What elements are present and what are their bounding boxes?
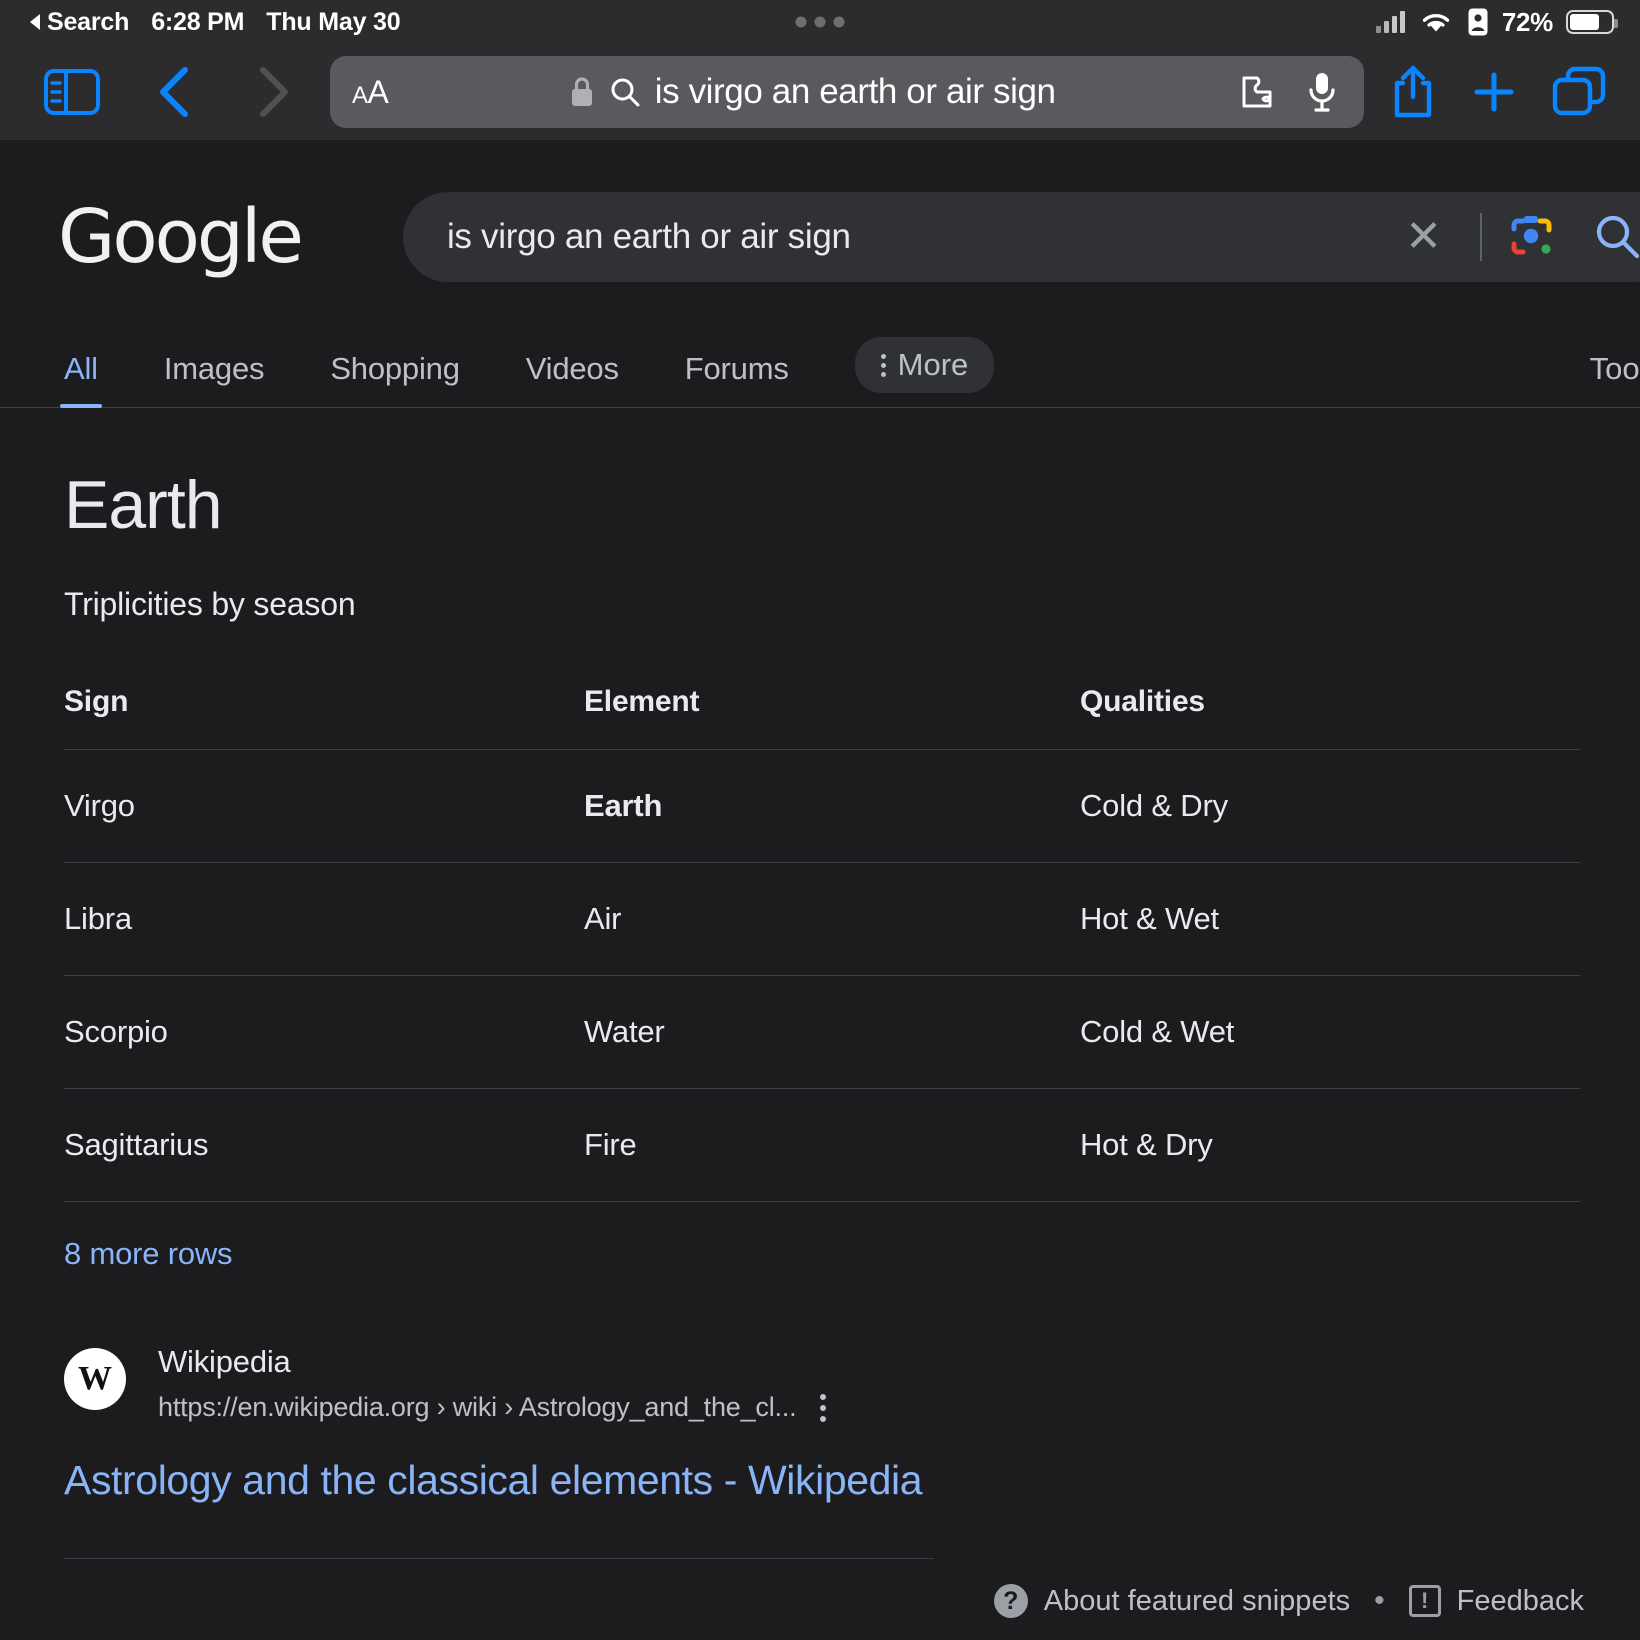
cell-qualities: Cold & Dry: [1080, 749, 1580, 863]
back-button[interactable]: [144, 64, 206, 120]
more-rows-link[interactable]: 8 more rows: [64, 1236, 1580, 1272]
cell-qualities: Hot & Dry: [1080, 1088, 1580, 1202]
snippet-answer: Earth: [64, 467, 223, 543]
google-search-box[interactable]: is virgo an earth or air sign ✕: [402, 192, 1640, 282]
search-tabs: All Images Shopping Videos Forums More T…: [0, 336, 1640, 408]
status-bar: Search 6:28 PM Thu May 30 72%: [0, 0, 1640, 44]
featured-snippet: Earth Triplicities by season Sign Elemen…: [0, 466, 1640, 1504]
wifi-icon: [1422, 14, 1450, 32]
favicon-letter: W: [78, 1360, 112, 1397]
more-filters-button[interactable]: More: [854, 337, 995, 393]
cell-element: Fire: [584, 1088, 1080, 1202]
triplicities-table: Sign Element Qualities Virgo Earth Cold …: [64, 685, 1580, 1202]
status-back-label: Search: [47, 7, 130, 36]
google-search-page: Google is virgo an earth or air sign ✕ A…: [0, 140, 1640, 1640]
battery-saver-icon: [1468, 8, 1488, 36]
cell-sign: Virgo: [64, 749, 584, 863]
column-header-sign: Sign: [64, 685, 129, 718]
cell-element: Air: [584, 862, 1080, 976]
text-size-button[interactable]: AAAA: [352, 74, 389, 111]
sidebar-toggle-icon[interactable]: [44, 69, 100, 115]
wikipedia-favicon-icon: W: [64, 1348, 126, 1410]
battery-percent: 72%: [1501, 6, 1553, 37]
feedback-label: Feedback: [1456, 1584, 1584, 1617]
address-bar[interactable]: AAAA is virgo an earth or air sign: [330, 56, 1364, 128]
lock-icon: [571, 77, 592, 106]
kebab-menu-icon: [880, 353, 886, 377]
tab-shopping[interactable]: Shopping: [330, 351, 460, 407]
search-divider: [1480, 213, 1482, 261]
cell-sign: Scorpio: [64, 975, 584, 1089]
cell-sign: Libra: [64, 862, 584, 976]
cell-qualities: Cold & Wet: [1080, 975, 1580, 1089]
status-bar-right: 72%: [1375, 6, 1618, 38]
table-row: Sagittarius Fire Hot & Dry: [64, 1088, 1580, 1202]
tab-overview-icon[interactable]: [1552, 66, 1606, 118]
footer-divider: [64, 1558, 934, 1559]
status-bar-left: Search 6:28 PM Thu May 30: [30, 7, 401, 37]
status-date: Thu May 30: [266, 7, 401, 36]
column-header-element: Element: [584, 685, 700, 718]
address-bar-text: is virgo an earth or air sign: [654, 72, 1056, 111]
table-row: Virgo Earth Cold & Dry: [64, 749, 1580, 863]
search-result: W Wikipedia https://en.wikipedia.org › w…: [64, 1344, 1580, 1423]
search-input[interactable]: is virgo an earth or air sign: [447, 217, 1391, 257]
microphone-icon[interactable]: [1306, 71, 1338, 113]
cell-element: Earth: [584, 749, 1080, 863]
status-time: 6:28 PM: [151, 7, 245, 36]
column-header-qualities: Qualities: [1080, 685, 1205, 718]
result-url-row: https://en.wikipedia.org › wiki › Astrol…: [158, 1392, 827, 1423]
close-icon[interactable]: ✕: [1391, 215, 1456, 259]
browser-toolbar: AAAA is virgo an earth or air sign: [0, 44, 1640, 140]
google-lens-icon[interactable]: [1506, 211, 1558, 263]
google-header: Google is virgo an earth or air sign ✕: [0, 140, 1640, 282]
triangle-left-icon: [30, 14, 40, 30]
tab-images[interactable]: Images: [164, 351, 265, 407]
tab-all[interactable]: All: [60, 351, 102, 408]
snippet-footer: ? About featured snippets • ! Feedback: [64, 1558, 1584, 1618]
footer-separator: •: [1374, 1584, 1385, 1617]
address-bar-actions: [1236, 71, 1342, 113]
cell-qualities: Hot & Wet: [1080, 862, 1580, 976]
result-title-link[interactable]: Astrology and the classical elements - W…: [64, 1457, 1580, 1504]
puzzle-piece-icon[interactable]: [1236, 72, 1280, 112]
tab-videos[interactable]: Videos: [526, 351, 619, 407]
search-submit-icon[interactable]: [1592, 211, 1640, 263]
about-featured-snippets-link[interactable]: ? About featured snippets: [993, 1584, 1351, 1618]
cellular-bars-icon: [1375, 11, 1405, 33]
status-back-to-search[interactable]: Search: [30, 8, 129, 37]
flag-icon: !: [1408, 1585, 1441, 1617]
tools-button[interactable]: Tools: [1590, 351, 1640, 387]
google-logo[interactable]: Google: [58, 194, 304, 280]
kebab-menu-icon[interactable]: [820, 1393, 827, 1422]
forward-button: [242, 64, 304, 120]
battery-icon: [1566, 10, 1618, 34]
result-site-name: Wikipedia: [158, 1344, 291, 1379]
share-icon[interactable]: [1390, 64, 1436, 120]
plus-icon[interactable]: [1470, 68, 1518, 116]
feedback-link[interactable]: ! Feedback: [1408, 1584, 1584, 1618]
snippet-subtitle: Triplicities by season: [64, 586, 356, 622]
search-icon: [611, 78, 640, 107]
cell-element: Water: [584, 975, 1080, 1089]
multitask-dots-icon[interactable]: [795, 16, 845, 28]
address-bar-content[interactable]: is virgo an earth or air sign: [388, 72, 1236, 112]
question-circle-icon: ?: [993, 1584, 1028, 1618]
tab-forums[interactable]: Forums: [685, 351, 789, 407]
result-url: https://en.wikipedia.org › wiki › Astrol…: [158, 1392, 797, 1422]
table-header-row: Sign Element Qualities: [64, 685, 1580, 750]
table-row: Libra Air Hot & Wet: [64, 862, 1580, 976]
cell-sign: Sagittarius: [64, 1088, 584, 1202]
toolbar-right-actions: [1390, 64, 1616, 120]
table-row: Scorpio Water Cold & Wet: [64, 975, 1580, 1089]
about-featured-snippets-label: About featured snippets: [1043, 1584, 1351, 1617]
more-label: More: [897, 347, 969, 382]
result-meta: Wikipedia https://en.wikipedia.org › wik…: [158, 1344, 827, 1423]
